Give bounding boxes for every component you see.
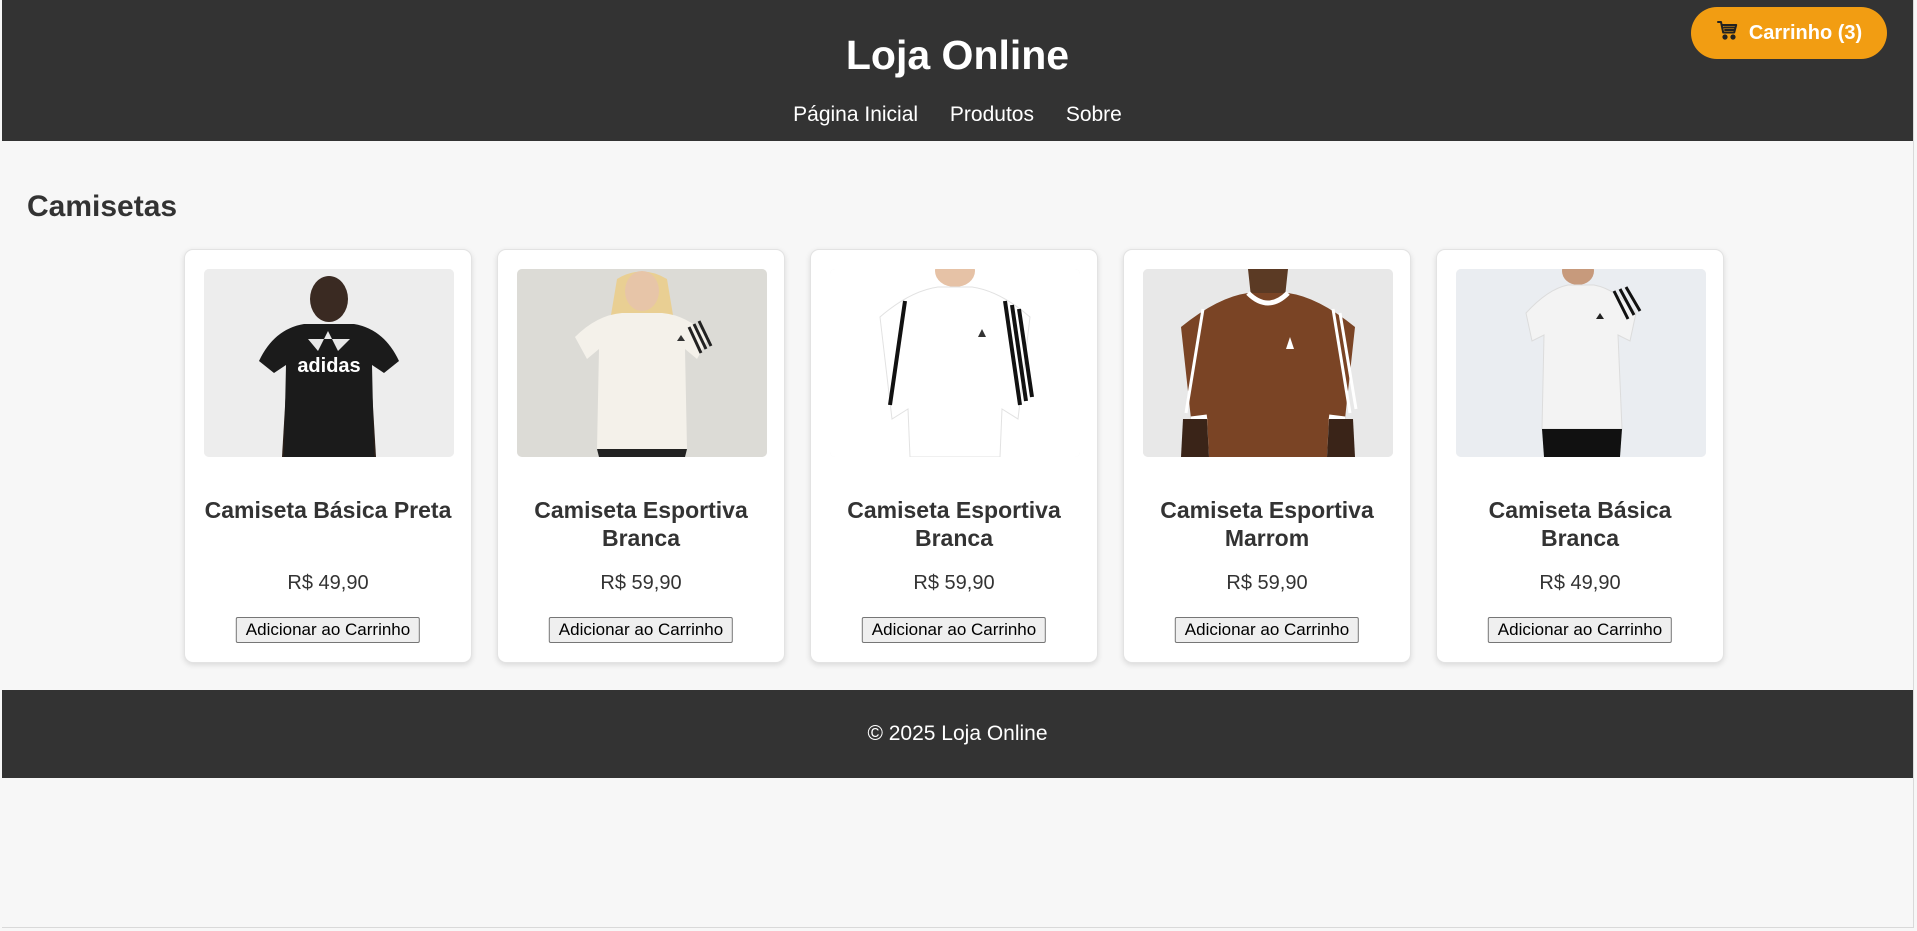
product-price: R$ 59,90 xyxy=(1226,572,1308,594)
site-header: Loja Online Página Inicial Produtos Sobr… xyxy=(2,0,1913,141)
product-image xyxy=(517,269,767,457)
product-image xyxy=(1143,269,1393,457)
add-to-cart-button[interactable]: Adicionar ao Carrinho xyxy=(235,617,421,643)
add-to-cart-button[interactable]: Adicionar ao Carrinho xyxy=(861,617,1047,643)
nav-link-home[interactable]: Página Inicial xyxy=(793,103,918,126)
product-price: R$ 59,90 xyxy=(913,572,995,594)
product-card: Camiseta Esportiva Branca R$ 59,90 Adici… xyxy=(497,249,785,663)
product-image xyxy=(830,269,1080,457)
add-to-cart-button[interactable]: Adicionar ao Carrinho xyxy=(548,617,734,643)
product-card: Camiseta Esportiva Marrom R$ 59,90 Adici… xyxy=(1123,249,1411,663)
product-name: Camiseta Básica Branca xyxy=(1488,497,1672,551)
site-title: Loja Online xyxy=(845,32,1070,78)
product-price: R$ 49,90 xyxy=(287,572,369,594)
product-price: R$ 59,90 xyxy=(600,572,682,594)
product-name: Camiseta Esportiva Branca xyxy=(534,497,748,551)
product-price: R$ 49,90 xyxy=(1539,572,1621,594)
main-nav: Página Inicial Produtos Sobre xyxy=(2,100,1913,130)
cart-label: Carrinho (3) xyxy=(1748,21,1863,44)
add-to-cart-button[interactable]: Adicionar ao Carrinho xyxy=(1174,617,1360,643)
product-name: Camiseta Esportiva Marrom xyxy=(1160,497,1374,551)
product-card: adidas Camiseta Básica Preta R$ 49,90 Ad… xyxy=(184,249,472,663)
nav-link-about[interactable]: Sobre xyxy=(1066,103,1122,126)
cart-button[interactable]: Carrinho (3) xyxy=(1691,7,1887,59)
add-to-cart-button[interactable]: Adicionar ao Carrinho xyxy=(1487,617,1673,643)
product-card: Camiseta Básica Branca R$ 49,90 Adiciona… xyxy=(1436,249,1724,663)
cart-icon xyxy=(1716,18,1740,48)
product-name: Camiseta Básica Preta xyxy=(204,497,452,523)
product-name: Camiseta Esportiva Branca xyxy=(847,497,1061,551)
product-grid: adidas Camiseta Básica Preta R$ 49,90 Ad… xyxy=(184,249,1724,663)
section-title: Camisetas xyxy=(27,190,178,223)
product-image xyxy=(1456,269,1706,457)
product-card: Camiseta Esportiva Branca R$ 59,90 Adici… xyxy=(810,249,1098,663)
svg-text:adidas: adidas xyxy=(297,355,360,377)
site-footer: © 2025 Loja Online xyxy=(2,690,1913,778)
nav-link-products[interactable]: Produtos xyxy=(950,103,1034,126)
product-image: adidas xyxy=(204,269,454,457)
page-frame: Loja Online Página Inicial Produtos Sobr… xyxy=(2,0,1914,928)
footer-copyright: © 2025 Loja Online xyxy=(867,722,1048,745)
